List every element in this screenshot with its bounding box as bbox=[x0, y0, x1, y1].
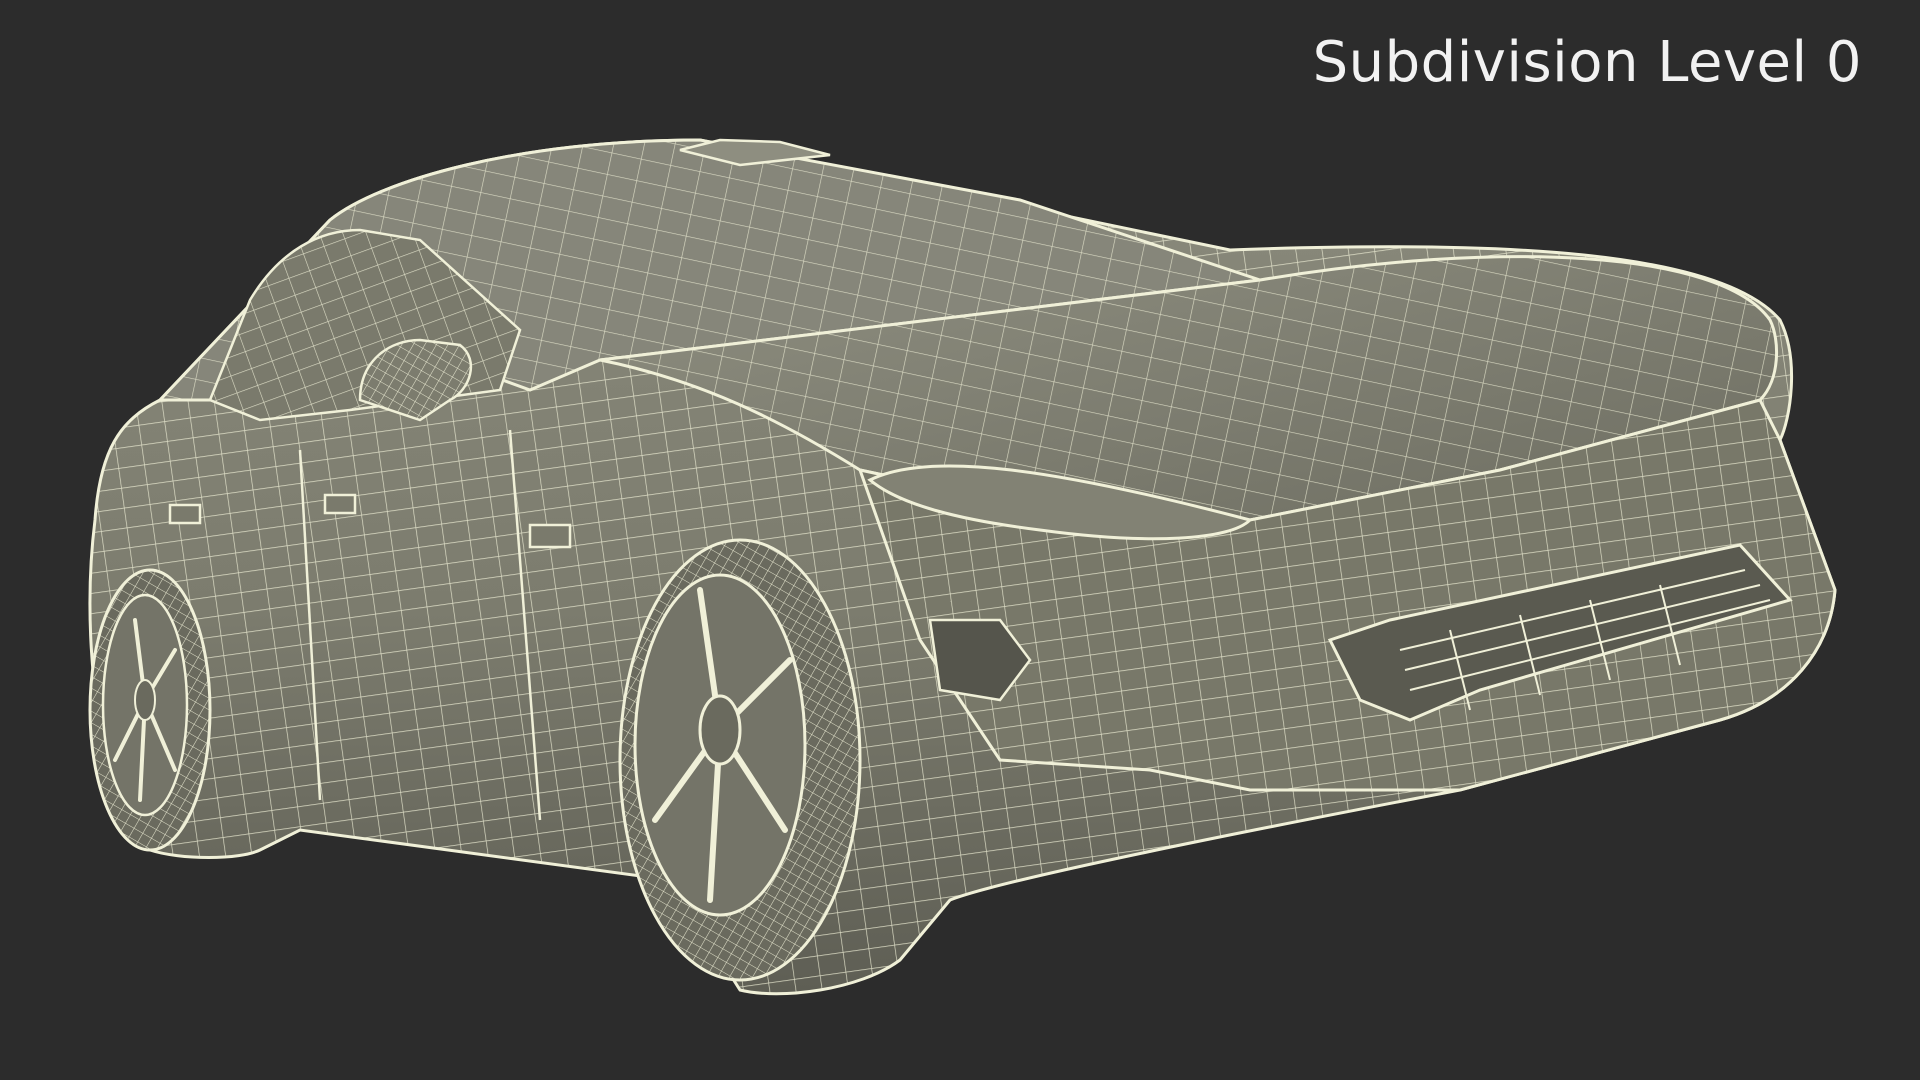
front-wheel bbox=[618, 538, 862, 982]
subdivision-level-label: Subdivision Level 0 bbox=[1312, 30, 1862, 95]
render-viewport bbox=[88, 138, 1837, 996]
rear-wheel bbox=[88, 568, 212, 852]
